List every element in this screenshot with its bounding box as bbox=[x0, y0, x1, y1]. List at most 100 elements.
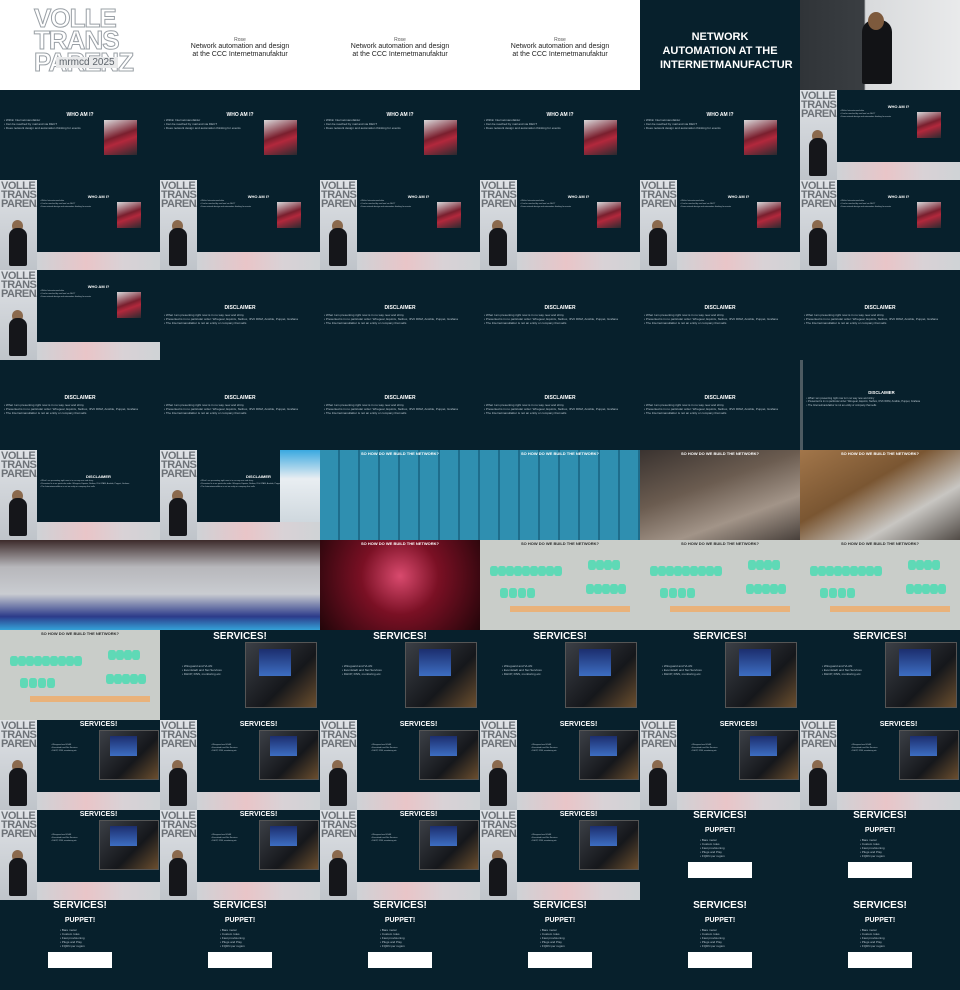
hexagon-network-photo bbox=[640, 540, 800, 630]
bullet-list: • What I am presenting right now is in n… bbox=[484, 403, 634, 415]
frame-whoPip: VOLLE TRANS PARENZ WHO AM I? • Within Intern… bbox=[320, 180, 480, 270]
slide-inset: SERVICES! • Wireguard and VLAN • Eventstad… bbox=[197, 810, 320, 882]
slide-heading: DISCLAIMER bbox=[384, 305, 416, 311]
hexagon bbox=[746, 584, 754, 594]
frame-disc: DISCLAIMER • What I am presenting right n… bbox=[320, 360, 480, 450]
slide-heading: SERVICES! bbox=[559, 721, 598, 728]
bullet-list: • What I am presenting right now is in n… bbox=[4, 403, 154, 415]
bullet-item: • Does network design and automation thi… bbox=[840, 206, 892, 208]
frame-discPip2: VOLLE TRANS PARENZ DISCLAIMER • What I am pr… bbox=[160, 450, 320, 540]
bullet-item: • Does network design and automation thi… bbox=[680, 206, 732, 208]
hexagon bbox=[522, 566, 530, 576]
hexagon bbox=[838, 588, 846, 598]
hexagon bbox=[842, 566, 850, 576]
laptop-photo bbox=[899, 730, 959, 780]
stage-glow bbox=[357, 792, 480, 810]
bullet-item: • DHCP, DNS, monitoring etc. bbox=[51, 750, 78, 752]
hexagon bbox=[594, 584, 602, 594]
laptop-screen bbox=[590, 825, 618, 846]
slide-inset: WHO AM I? • Within Internetmanufaktur • Ca… bbox=[837, 180, 960, 252]
speaker-portrait bbox=[117, 202, 141, 228]
hexagon bbox=[690, 566, 698, 576]
hexagon bbox=[29, 678, 37, 688]
bullet-list: • Bare metal • Custom roles • Fast provisi… bbox=[860, 838, 940, 858]
slide-heading: SO HOW DO WE BUILD THE NETWORK? bbox=[681, 541, 759, 546]
hexagon bbox=[554, 566, 562, 576]
hexagon-network-photo bbox=[800, 540, 960, 630]
slide-inset: DISCLAIMER • What I am presenting right n… bbox=[37, 450, 160, 522]
speaker-body bbox=[169, 498, 187, 536]
bullet-item: • FQDN per region bbox=[380, 944, 405, 948]
frame-puppet: SERVICES! PUPPET! • Bare metal • Custom rol… bbox=[160, 900, 320, 990]
frame-svc: SERVICES! • Wireguard and VLAN • Eventstad… bbox=[320, 630, 480, 720]
laptop-photo bbox=[419, 820, 479, 870]
bullet-list: • Wireguard and VLAN • Eventstadt and Net… bbox=[851, 744, 901, 753]
hexagon bbox=[618, 584, 626, 594]
frame-disc: DISCLAIMER • What I am presenting right n… bbox=[640, 360, 800, 450]
slide-heading: WHO AM I? bbox=[87, 194, 110, 199]
speaker-body bbox=[489, 228, 507, 266]
hexagon bbox=[50, 656, 58, 666]
frame-svcPip: VOLLE TRANS PARENZ SERVICES! • Wireguard and… bbox=[800, 720, 960, 810]
hexagon bbox=[650, 566, 658, 576]
slide-heading: WHO AM I? bbox=[567, 194, 590, 199]
bullet-item: • Does network design and automation thi… bbox=[324, 126, 401, 130]
bullet-item: • Does network design and automation thi… bbox=[520, 206, 572, 208]
slide-inset: SERVICES! • Wireguard and VLAN • Eventstad… bbox=[37, 720, 160, 792]
bullet-item: • DHCP, DNS, monitoring etc. bbox=[531, 750, 558, 752]
bullet-item: • FQDN per region bbox=[860, 854, 885, 858]
laptop-photo bbox=[725, 642, 797, 708]
speaker-webcam: VOLLE TRANS PARENZ bbox=[800, 90, 843, 180]
frame-puppet: SERVICES! PUPPET! • Bare metal • Custom rol… bbox=[800, 900, 960, 990]
slide-heading: SERVICES! bbox=[853, 631, 907, 642]
speaker-body bbox=[649, 228, 667, 266]
slide-subheading: PUPPET! bbox=[704, 827, 736, 834]
bullet-list: • What I am presenting right now is in n… bbox=[324, 313, 474, 325]
bullet-item: • The Internetmanufaktur is not an entit… bbox=[804, 321, 887, 325]
laptop-photo bbox=[99, 730, 159, 780]
slide-heading: SO HOW DO WE BUILD THE NETWORK? bbox=[41, 631, 119, 636]
hexagon bbox=[772, 560, 780, 570]
slide-heading: SO HOW DO WE BUILD THE NETWORK? bbox=[841, 541, 919, 546]
slide-inset: WHO AM I? • Within Internetmanufaktur • Ca… bbox=[517, 180, 640, 252]
bullet-item: • The Internetmanufaktur is not an entit… bbox=[324, 321, 407, 325]
config-table bbox=[688, 952, 752, 968]
frame-svcPip: VOLLE TRANS PARENZ SERVICES! • Wireguard and… bbox=[320, 720, 480, 810]
talk-title-line1: Network automation and design bbox=[350, 43, 450, 50]
orange-band bbox=[30, 696, 150, 702]
bullet-item: • Does network design and automation thi… bbox=[200, 206, 252, 208]
logo-tag: mrmcd 2025 bbox=[56, 57, 118, 68]
hexagon bbox=[546, 566, 554, 576]
slide-heading: DISCLAIMER bbox=[864, 305, 896, 311]
bullet-list: • What I am presenting right now is in n… bbox=[40, 480, 155, 489]
frame-svcPip: VOLLE TRANS PARENZ SERVICES! • Wireguard and… bbox=[0, 810, 160, 900]
slide-heading: SO HOW DO WE BUILD THE NETWORK? bbox=[681, 451, 759, 456]
bullet-item: • Does network design and automation thi… bbox=[644, 126, 721, 130]
slide-heading: DISCLAIMER bbox=[86, 474, 111, 479]
hexagon bbox=[660, 588, 668, 598]
laptop-photo bbox=[259, 730, 319, 780]
bullet-list: • Wireguard and VLAN • Eventstadt and Net… bbox=[211, 744, 261, 753]
hexagon bbox=[678, 588, 686, 598]
slide-heading: DISCLAIMER bbox=[64, 395, 96, 401]
frame-svc: SERVICES! • Wireguard and VLAN • Eventstad… bbox=[800, 630, 960, 720]
bullet-item: • The Internetmanufaktur is not an entit… bbox=[484, 411, 567, 415]
stage-glow bbox=[37, 882, 160, 900]
slide-inset: WHO AM I? • Within Internetmanufaktur • Ca… bbox=[197, 180, 320, 252]
bullet-item: • Does network design and automation thi… bbox=[484, 126, 561, 130]
bullet-list: • Within Internetmanufaktur • Can be reac… bbox=[520, 200, 590, 209]
laptop-photo bbox=[405, 642, 477, 708]
bullet-item: • Does network design and automation thi… bbox=[164, 126, 241, 130]
bullet-item: • Does network design and automation thi… bbox=[840, 116, 892, 118]
stage-glow bbox=[517, 252, 640, 270]
hexagon bbox=[509, 588, 517, 598]
slide-heading: SERVICES! bbox=[693, 631, 747, 642]
video-frame-grid: VOLLETRANSPARENZmrmcd 2025RoseNetwork au… bbox=[0, 0, 960, 990]
hexagon bbox=[586, 584, 594, 594]
hexagon bbox=[114, 674, 122, 684]
laptop-screen bbox=[110, 825, 138, 846]
hexagon bbox=[122, 674, 130, 684]
speaker-webcam: VOLLE TRANS PARENZ bbox=[0, 180, 43, 270]
speaker-webcam: VOLLE TRANS PARENZ bbox=[800, 180, 843, 270]
hexagon bbox=[602, 584, 610, 594]
